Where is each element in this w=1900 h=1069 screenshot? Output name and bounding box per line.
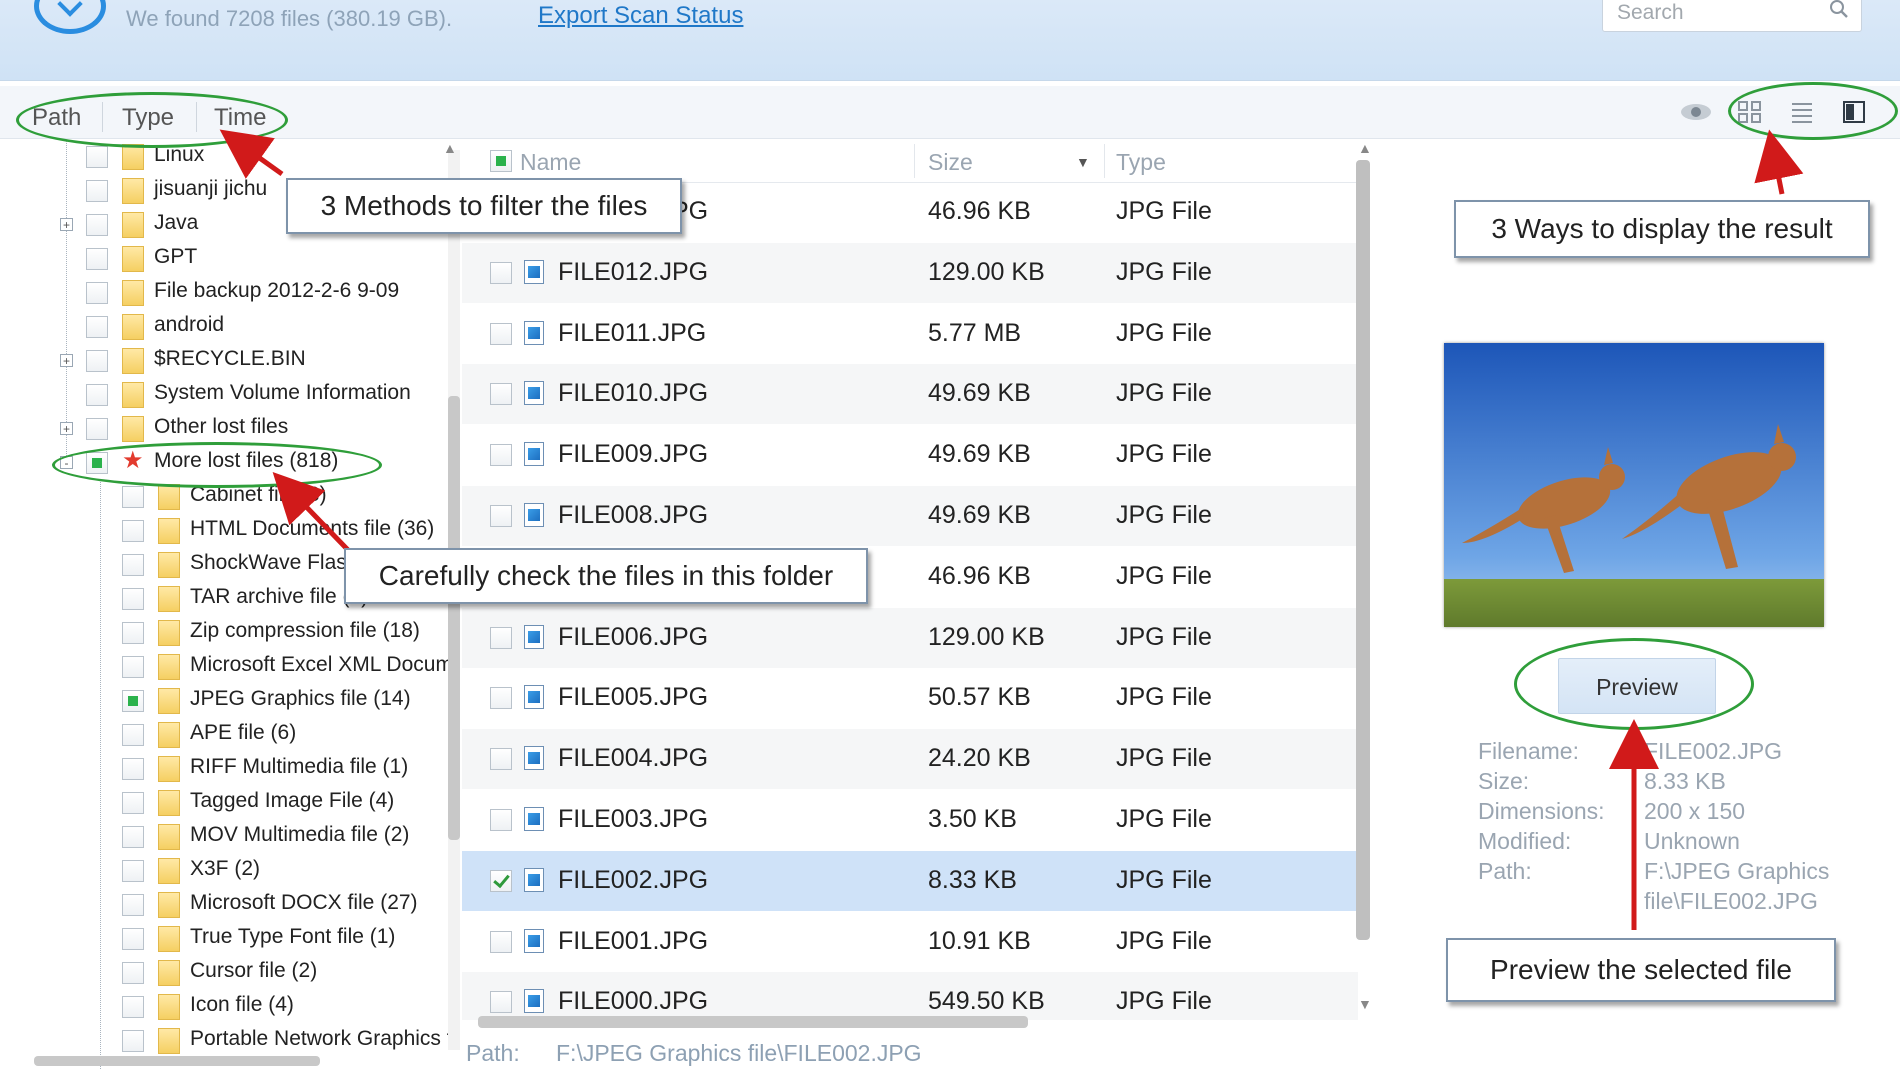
filter-arrow <box>219 129 284 179</box>
folder-arrow <box>272 472 350 552</box>
display-callout: 3 Ways to display the result <box>1454 200 1870 258</box>
preview-callout: Preview the selected file <box>1446 938 1836 1002</box>
display-arrow <box>1754 129 1804 195</box>
filter-callout: 3 Methods to filter the files <box>286 178 682 234</box>
annotation-arrows <box>219 129 1804 930</box>
folder-callout: Carefully check the files in this folder <box>344 548 868 604</box>
